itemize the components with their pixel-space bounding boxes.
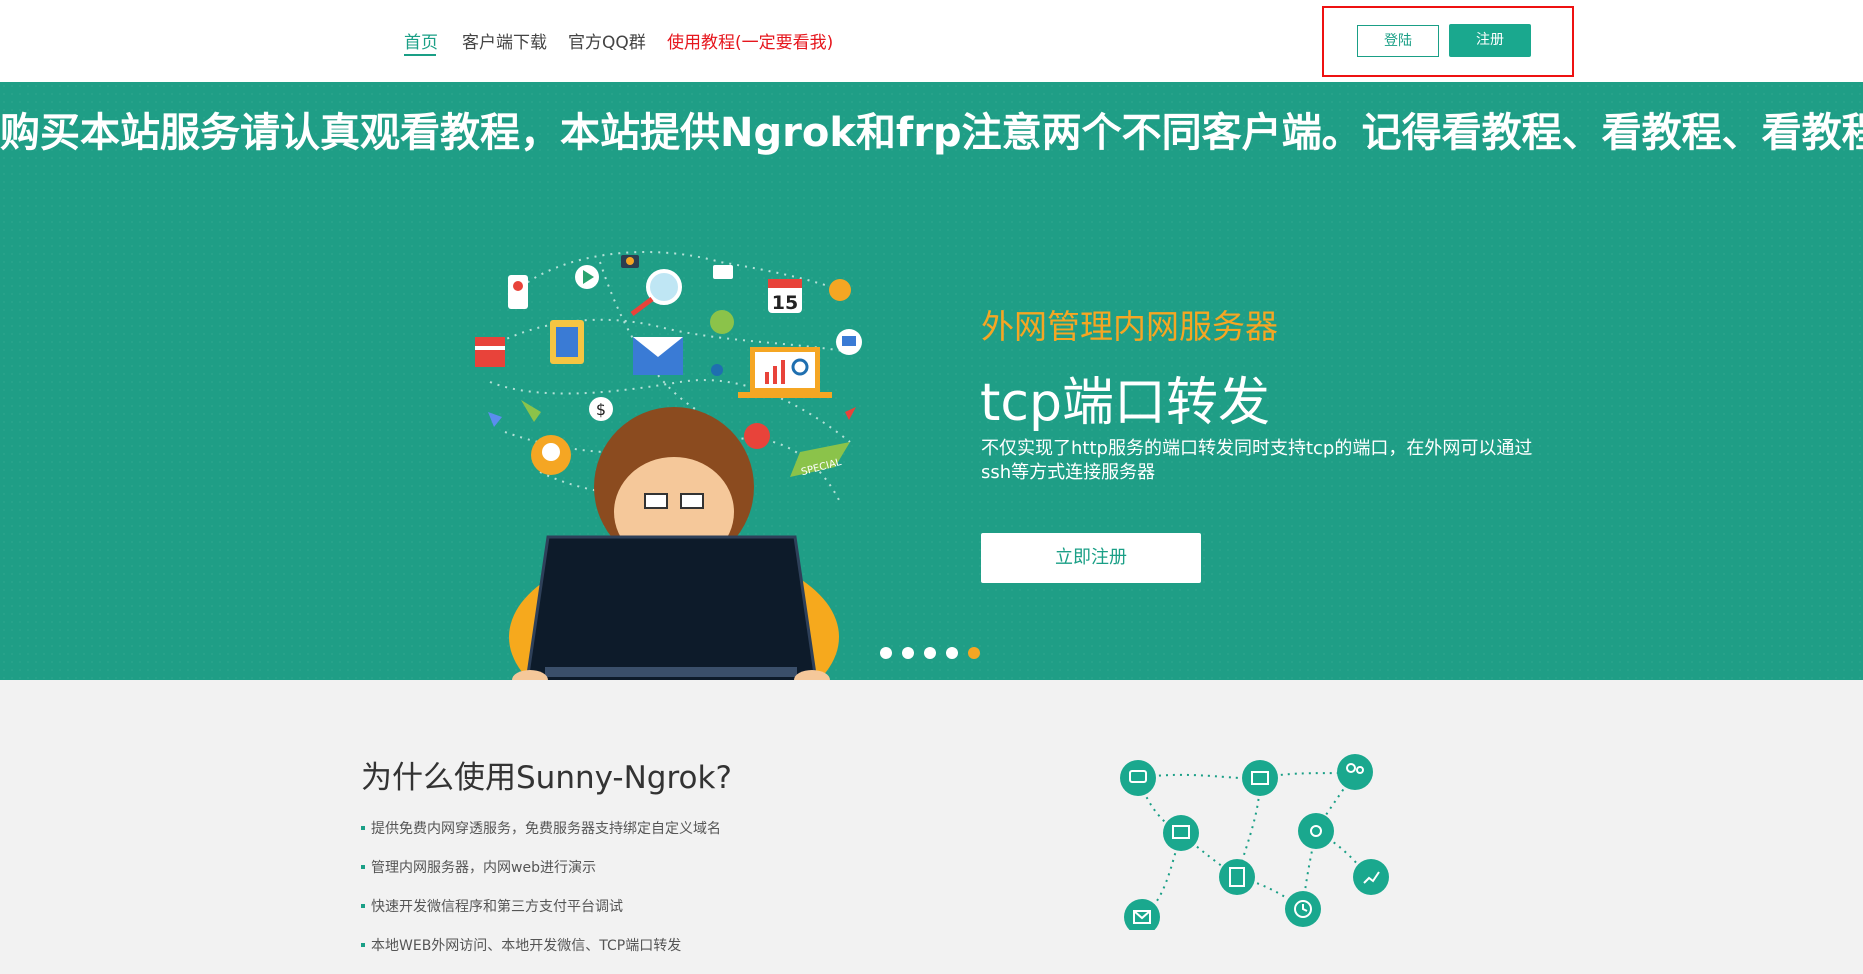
hero-banner: 15 $ SPECIAL 购买本站服务请认真观看教程，本站提供Ngrok和frp… [0,82,1863,680]
hero-title: tcp端口转发 [980,373,1270,433]
svg-text:$: $ [596,400,606,419]
features-list: 提供免费内网穿透服务，免费服务器支持绑定自定义域名 管理内网服务器，内网web进… [361,818,721,974]
mail-icon [1124,899,1160,930]
calendar-day-text: 15 [772,292,798,314]
nav-tutorial[interactable]: 使用教程(一定要看我) [667,28,833,53]
feature-item: 本地WEB外网访问、本地开发微信、TCP端口转发 [361,935,721,974]
register-button[interactable]: 注册 [1449,24,1531,57]
login-button[interactable]: 登陆 [1357,25,1439,57]
chat-icon [1120,760,1156,796]
feature-item: 管理内网服务器，内网web进行演示 [361,857,721,896]
nav-home[interactable]: 首页 [404,28,438,53]
briefcase-icon [1242,760,1278,796]
carousel-dot-2[interactable] [902,647,914,659]
chart-icon [1163,815,1199,851]
carousel-dot-5[interactable] [968,647,980,659]
why-section-title: 为什么使用Sunny-Ngrok? [361,760,732,796]
nav-active-indicator [404,54,436,56]
carousel-dot-4[interactable] [946,647,958,659]
stats-icon [1353,859,1389,895]
gear-icon [1298,813,1334,849]
feature-item: 提供免费内网穿透服务，免费服务器支持绑定自定义域名 [361,818,721,857]
notice-marquee: 购买本站服务请认真观看教程，本站提供Ngrok和frp注意两个不同客户端。记得看… [0,110,1863,156]
nav-client-download[interactable]: 客户端下载 [462,28,547,53]
hero-illustration: 15 $ SPECIAL [475,251,862,680]
users-icon [1337,754,1373,790]
feature-item: 快速开发微信程序和第三方支付平台调试 [361,896,721,935]
hero-description: 不仅实现了http服务的端口转发同时支持tcp的端口，在外网可以通过ssh等方式… [981,438,1533,483]
top-navbar: 首页 客户端下载 官方QQ群 使用教程(一定要看我) 登陆 注册 [0,0,1863,82]
carousel-dot-1[interactable] [880,647,892,659]
register-now-button[interactable]: 立即注册 [981,533,1201,583]
carousel-dot-3[interactable] [924,647,936,659]
calculator-icon [1219,859,1255,895]
hero-subtitle: 外网管理内网服务器 [981,307,1278,346]
nav-qq-group[interactable]: 官方QQ群 [568,28,646,53]
network-graphic [1120,754,1389,930]
